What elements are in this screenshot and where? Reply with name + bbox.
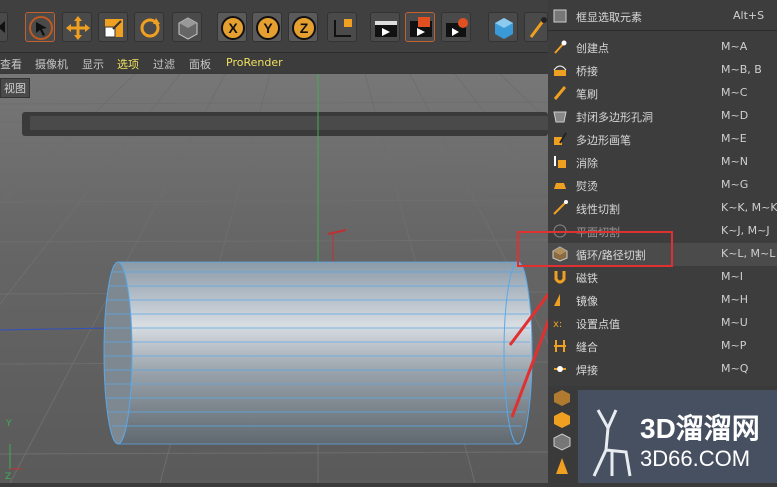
watermark: 3D溜溜网 3D66.COM (578, 390, 777, 483)
weld-icon (552, 361, 568, 377)
menu-prorender[interactable]: ProRender (226, 56, 283, 69)
main-toolbar: X Y Z (0, 0, 548, 53)
iron-icon (552, 177, 568, 193)
svg-text:Z: Z (5, 472, 11, 482)
menu-divider (548, 30, 777, 31)
palette-cube-icon-3 (553, 433, 571, 451)
z-axis-icon[interactable]: Z (288, 12, 318, 42)
render-settings-icon[interactable] (441, 12, 471, 42)
menu-item-mirror[interactable]: 镜像 M~H (548, 289, 777, 312)
y-axis-icon[interactable]: Y (252, 12, 282, 42)
bridge-icon (552, 62, 568, 78)
palette-cube-icon-4 (556, 458, 568, 474)
deer-logo-icon: 3D溜溜网 3D66.COM (592, 409, 760, 477)
svg-text:x:: x: (553, 319, 562, 330)
menu-item-iron[interactable]: 熨烫 M~G (548, 174, 777, 197)
mirror-icon (552, 292, 568, 308)
palette-cube-icon-2 (554, 412, 570, 428)
set-point-value-icon: x: (552, 315, 568, 331)
menu-item-frame-selected[interactable]: 框显选取元素 Alt+S (548, 5, 777, 28)
rotate-icon[interactable] (134, 12, 164, 42)
brush-icon (552, 85, 568, 101)
menu-filter[interactable]: 过滤 (153, 56, 175, 72)
menu-item-weld[interactable]: 焊接 M~Q (548, 358, 777, 381)
menu-item-line-cut[interactable]: 线性切割 K~K, M~K (548, 197, 777, 220)
create-point-icon (552, 39, 568, 55)
menu-options[interactable]: 选项 (117, 56, 139, 72)
coordinate-icon[interactable] (327, 12, 357, 42)
svg-text:3D66.COM: 3D66.COM (640, 446, 750, 471)
menu-item-brush[interactable]: 笔刷 M~C (548, 82, 777, 105)
render-view-icon[interactable] (370, 12, 400, 42)
menu-item-close-hole[interactable]: 封闭多边形孔洞 M~D (548, 105, 777, 128)
arrow-left-icon[interactable] (0, 12, 8, 42)
menu-display[interactable]: 显示 (82, 56, 104, 72)
magnet-icon (552, 269, 568, 285)
render-picture-queue-icon[interactable] (405, 12, 435, 42)
polygon-pen-icon (552, 131, 568, 147)
close-hole-icon (552, 108, 568, 124)
svg-text:Z: Z (300, 20, 309, 36)
3d-viewport[interactable]: Y Z (0, 74, 548, 483)
cube-icon[interactable] (488, 12, 518, 42)
x-axis-icon[interactable]: X (217, 12, 247, 42)
menu-item-create-point[interactable]: 创建点 M~A (548, 36, 777, 59)
viewport-scene: Y Z (0, 74, 548, 483)
palette-cube-icon (554, 390, 570, 406)
menu-panel[interactable]: 面板 (189, 56, 211, 72)
object-icon[interactable] (172, 12, 202, 42)
menu-item-bridge[interactable]: 桥接 M~B, B (548, 59, 777, 82)
menu-item-magnet[interactable]: 磁铁 M~I (548, 266, 777, 289)
menu-item-dissolve[interactable]: 消除 M~N (548, 151, 777, 174)
menu-item-stitch[interactable]: 缝合 M~P (548, 335, 777, 358)
menu-item-set-point-value[interactable]: x: 设置点值 M~U (548, 312, 777, 335)
frame-icon (552, 8, 568, 24)
menu-item-polygon-pen[interactable]: 多边形画笔 M~E (548, 128, 777, 151)
svg-text:Y: Y (5, 419, 12, 429)
pen-icon[interactable] (524, 12, 548, 42)
scale-icon[interactable] (98, 12, 128, 42)
viewport-menu-bar: 查看 摄像机 显示 选项 过滤 面板 ProRender (0, 53, 548, 73)
dissolve-icon (552, 154, 568, 170)
viewport-label: 视图 (0, 78, 30, 98)
svg-text:Y: Y (263, 20, 273, 36)
stitch-icon (552, 338, 568, 354)
select-icon[interactable] (25, 12, 55, 42)
menu-camera[interactable]: 摄像机 (35, 56, 68, 72)
line-cut-icon (552, 200, 568, 216)
highlight-box (517, 231, 673, 267)
svg-text:X: X (228, 20, 238, 36)
move-icon[interactable] (62, 12, 92, 42)
svg-text:3D溜溜网: 3D溜溜网 (640, 412, 760, 444)
menu-view[interactable]: 查看 (0, 56, 22, 72)
